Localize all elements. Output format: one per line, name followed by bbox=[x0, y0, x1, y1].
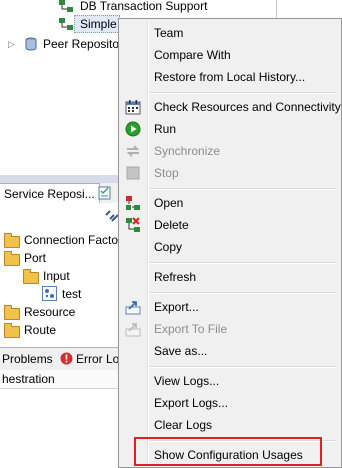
tab-label: Service Reposi... bbox=[4, 187, 95, 201]
tab-label: Problems bbox=[2, 352, 53, 366]
folder-icon bbox=[4, 305, 20, 320]
synchronize-icon bbox=[126, 145, 140, 157]
menu-item-label: Stop bbox=[154, 166, 179, 180]
check-resources-icon bbox=[125, 100, 141, 115]
menu-item-restore-local-history[interactable]: Restore from Local History... bbox=[121, 66, 339, 88]
menu-item-label: Restore from Local History... bbox=[154, 70, 306, 84]
menu-item-label: Save as... bbox=[154, 344, 208, 358]
problems-panel: hestration bbox=[0, 370, 130, 468]
menu-item-check-resources[interactable]: Check Resources and Connectivity bbox=[121, 96, 341, 118]
tree-item-label: Connection Facto bbox=[24, 233, 119, 247]
tab-service-repository[interactable]: Service Reposi... bbox=[0, 183, 100, 204]
service-repository-tree: Connection Facto Port Input test Resourc… bbox=[0, 225, 130, 345]
menu-item-label: Synchronize bbox=[154, 144, 221, 158]
menu-item-export-to-file[interactable]: Export To File bbox=[121, 318, 339, 340]
tree-item-label: Input bbox=[43, 269, 70, 283]
menu-item-label: Delete bbox=[154, 218, 189, 232]
menu-item-run[interactable]: Run bbox=[121, 118, 339, 140]
tree-item-label: Port bbox=[24, 251, 47, 265]
menu-item-synchronize[interactable]: Synchronize bbox=[121, 140, 339, 162]
menu-separator bbox=[150, 366, 336, 368]
menu-item-open[interactable]: Open bbox=[121, 192, 339, 214]
menu-item-export-logs[interactable]: Export Logs... bbox=[121, 392, 339, 414]
menu-separator bbox=[150, 188, 336, 190]
stop-icon bbox=[126, 166, 140, 180]
menu-item-refresh[interactable]: Refresh bbox=[121, 266, 339, 288]
port-icon bbox=[42, 286, 57, 301]
menu-item-label: Team bbox=[154, 26, 184, 40]
menu-item-stop[interactable]: Stop bbox=[121, 162, 339, 184]
menu-item-label: Run bbox=[154, 122, 177, 136]
expand-arrow-icon[interactable]: ▷ bbox=[8, 35, 15, 53]
menu-item-label: View Logs... bbox=[154, 374, 220, 388]
tree-item-label: DB Transaction Support bbox=[80, 0, 208, 13]
menu-item-clear-logs[interactable]: Clear Logs bbox=[121, 414, 339, 436]
menu-item-label: Export Logs... bbox=[154, 396, 229, 410]
menu-item-label: Export... bbox=[154, 300, 199, 314]
menu-item-label: Check Resources and Connectivity bbox=[154, 100, 341, 114]
database-icon bbox=[25, 37, 37, 51]
menu-item-copy[interactable]: Copy bbox=[121, 236, 339, 258]
menu-separator bbox=[150, 292, 336, 294]
properties-tab-icon[interactable] bbox=[98, 186, 112, 200]
export-to-file-icon bbox=[125, 323, 141, 337]
context-menu: Team Compare With Restore from Local His… bbox=[118, 18, 342, 468]
menu-item-label: Open bbox=[154, 196, 184, 210]
column-header-label: hestration bbox=[2, 372, 55, 386]
tree-item-label: Peer Repositor bbox=[43, 37, 124, 51]
service-icon bbox=[59, 18, 73, 30]
menu-item-compare-with[interactable]: Compare With bbox=[121, 44, 339, 66]
menu-item-delete[interactable]: Delete bbox=[121, 214, 339, 236]
tree-item-label: test bbox=[62, 287, 82, 301]
menu-item-view-logs[interactable]: View Logs... bbox=[121, 370, 339, 392]
service-icon bbox=[59, 0, 73, 12]
run-icon bbox=[125, 121, 141, 137]
folder-open-icon bbox=[4, 251, 20, 266]
view-toolbar bbox=[0, 203, 130, 225]
menu-item-export[interactable]: Export... bbox=[121, 296, 339, 318]
export-icon bbox=[125, 301, 141, 315]
delete-icon bbox=[126, 217, 140, 232]
menu-item-label: Compare With bbox=[154, 48, 231, 62]
tab-problems[interactable]: Problems bbox=[2, 348, 53, 370]
menu-item-team[interactable]: Team bbox=[121, 22, 339, 44]
menu-item-label: Copy bbox=[154, 240, 183, 254]
open-icon bbox=[126, 196, 140, 210]
tree-item-label: Simple bbox=[80, 17, 117, 31]
menu-item-save-as[interactable]: Save as... bbox=[121, 340, 339, 362]
menu-separator bbox=[150, 92, 336, 94]
folder-open-icon bbox=[23, 269, 39, 284]
menu-item-label: Clear Logs bbox=[154, 418, 213, 432]
service-repository-tabs: Service Reposi... bbox=[0, 183, 130, 204]
menu-item-label: Refresh bbox=[154, 270, 197, 284]
problems-panel-tabs: Problems Error Lo bbox=[0, 347, 130, 371]
annotation-highlight-box bbox=[134, 437, 322, 466]
folder-icon bbox=[4, 233, 20, 248]
tree-item-label: Route bbox=[24, 323, 57, 337]
menu-item-label: Export To File bbox=[154, 322, 228, 336]
tab-error-log[interactable]: Error Lo bbox=[58, 348, 119, 370]
error-log-icon bbox=[60, 352, 73, 365]
folder-icon bbox=[4, 323, 20, 338]
tab-label: Error Lo bbox=[76, 352, 120, 366]
menu-separator bbox=[150, 262, 336, 264]
tree-item-label: Resource bbox=[24, 305, 76, 319]
column-header[interactable]: hestration bbox=[0, 370, 130, 389]
